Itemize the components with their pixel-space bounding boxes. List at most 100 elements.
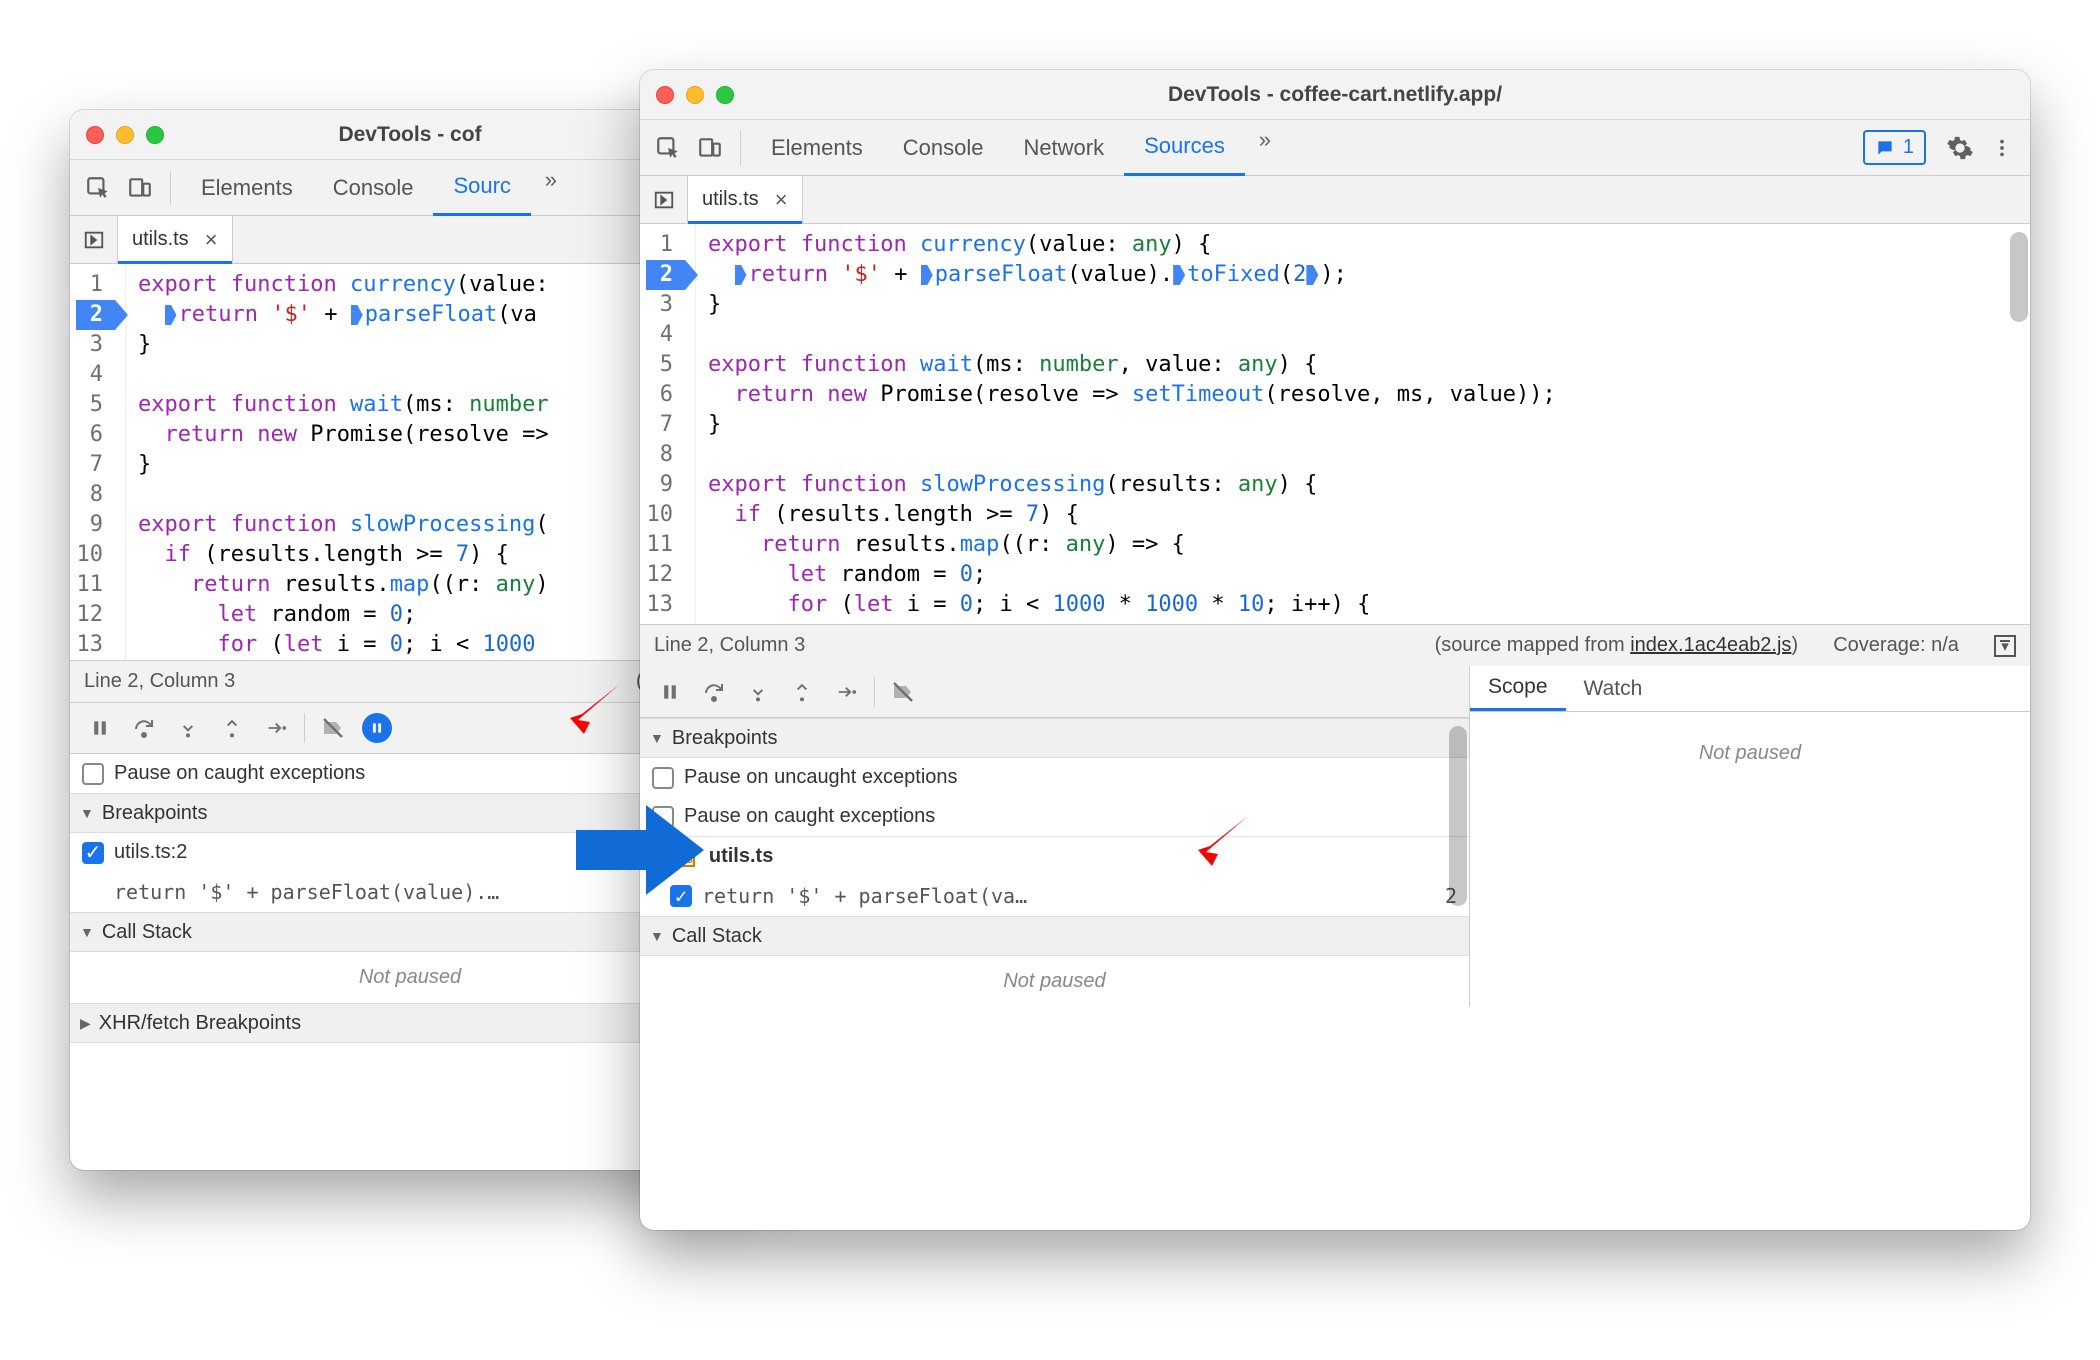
line-number[interactable]: 8 [646, 440, 685, 470]
more-icon[interactable] [1982, 128, 2022, 168]
close-tab-icon[interactable]: × [775, 187, 788, 213]
breakpoint-snippet: return '$' + parseFloat(va… [702, 884, 1027, 908]
sourcemap-link[interactable]: index.1ac4eab2.js [1630, 634, 1791, 656]
checkbox-icon[interactable]: ✓ [82, 842, 104, 864]
step-over-icon[interactable] [122, 706, 166, 750]
code-editor[interactable]: 12345678910111213 export function curren… [640, 224, 2030, 624]
code-line[interactable]: return results.map((r: any) => { [708, 530, 2018, 560]
code-line[interactable]: for (let i = 0; i < 1000 * 1000 * 10; i+… [708, 590, 2018, 620]
breakpoints-header[interactable]: ▼ Breakpoints [640, 718, 1469, 758]
settings-icon[interactable] [1940, 128, 1980, 168]
code-line[interactable]: } [708, 410, 2018, 440]
scope-pane: Scope Watch Not paused [1470, 666, 2030, 1007]
close-tab-icon[interactable]: × [205, 227, 218, 253]
panel-tab-elements[interactable]: Elements [751, 120, 883, 176]
checkbox-icon[interactable] [652, 767, 674, 789]
annotation-arrow-icon [576, 800, 706, 900]
scrollbar[interactable] [1449, 726, 1467, 906]
callstack-header[interactable]: ▼ Call Stack [640, 916, 1469, 956]
checkbox-icon[interactable] [82, 763, 104, 785]
inspect-icon[interactable] [78, 168, 118, 208]
line-number[interactable]: 13 [646, 590, 685, 620]
line-number[interactable]: 11 [76, 570, 115, 600]
step-over-icon[interactable] [692, 670, 736, 714]
minimize-icon[interactable] [116, 126, 134, 144]
panel-tab-console[interactable]: Console [883, 120, 1004, 176]
line-number[interactable]: 7 [76, 450, 115, 480]
code-line[interactable] [708, 440, 2018, 470]
step-icon[interactable] [254, 706, 298, 750]
line-number[interactable]: 1 [76, 270, 115, 300]
breakpoint-file-row[interactable]: ▼ utils.ts [640, 836, 1469, 876]
panel-tab-sources[interactable]: Sources [1124, 120, 1245, 176]
step-into-icon[interactable] [736, 670, 780, 714]
step-into-icon[interactable] [166, 706, 210, 750]
line-number[interactable]: 12 [76, 600, 115, 630]
code-line[interactable]: let random = 0; [708, 560, 2018, 590]
line-number[interactable]: 4 [646, 320, 685, 350]
line-number[interactable]: 8 [76, 480, 115, 510]
line-number[interactable]: 5 [646, 350, 685, 380]
pause-on-caught-row[interactable]: Pause on caught exceptions [640, 797, 1469, 836]
line-number[interactable]: 2 [76, 300, 115, 330]
line-number[interactable]: 3 [76, 330, 115, 360]
close-icon[interactable] [86, 126, 104, 144]
line-number[interactable]: 9 [76, 510, 115, 540]
panel-tab-elements[interactable]: Elements [181, 160, 313, 216]
line-number[interactable]: 11 [646, 530, 685, 560]
step-icon[interactable] [824, 670, 868, 714]
tab-scope[interactable]: Scope [1470, 666, 1566, 711]
line-number[interactable]: 6 [76, 420, 115, 450]
zoom-icon[interactable] [146, 126, 164, 144]
panel-tab-network[interactable]: Network [1003, 120, 1124, 176]
pause-icon[interactable] [78, 706, 122, 750]
line-number[interactable]: 13 [76, 630, 115, 660]
panel-tab-sourc[interactable]: Sourc [433, 160, 530, 216]
expand-icon[interactable]: ▾ [1994, 635, 2016, 657]
code-line[interactable]: export function slowProcessing(results: … [708, 470, 2018, 500]
show-navigator-icon[interactable] [70, 216, 118, 263]
device-toggle-icon[interactable] [120, 168, 160, 208]
deactivate-breakpoints-icon[interactable] [881, 670, 925, 714]
minimize-icon[interactable] [686, 86, 704, 104]
zoom-icon[interactable] [716, 86, 734, 104]
panel-tab-console[interactable]: Console [313, 160, 434, 216]
inspect-icon[interactable] [648, 128, 688, 168]
step-out-icon[interactable] [210, 706, 254, 750]
line-number[interactable]: 6 [646, 380, 685, 410]
pause-on-exceptions-icon[interactable] [355, 706, 399, 750]
line-number[interactable]: 1 [646, 230, 685, 260]
file-tab-utils[interactable]: utils.ts × [118, 216, 233, 263]
line-number[interactable]: 4 [76, 360, 115, 390]
tab-watch[interactable]: Watch [1566, 666, 1661, 711]
line-number[interactable]: 10 [76, 540, 115, 570]
code-line[interactable]: } [708, 290, 2018, 320]
issues-badge[interactable]: 1 [1863, 130, 1926, 165]
code-line[interactable]: return new Promise(resolve => setTimeout… [708, 380, 2018, 410]
line-number[interactable]: 7 [646, 410, 685, 440]
line-number[interactable]: 3 [646, 290, 685, 320]
line-number[interactable]: 9 [646, 470, 685, 500]
step-out-icon[interactable] [780, 670, 824, 714]
editor-statusbar: Line 2, Column 3 (source mapped from ind… [640, 624, 2030, 666]
more-tabs-icon[interactable]: » [1245, 120, 1285, 160]
deactivate-breakpoints-icon[interactable] [311, 706, 355, 750]
code-line[interactable] [708, 320, 2018, 350]
show-navigator-icon[interactable] [640, 176, 688, 223]
scrollbar[interactable] [2010, 232, 2028, 322]
file-tab-utils[interactable]: utils.ts × [688, 176, 803, 223]
breakpoint-item[interactable]: ✓ return '$' + parseFloat(va… 2 [640, 876, 1469, 916]
pause-on-uncaught-row[interactable]: Pause on uncaught exceptions [640, 758, 1469, 797]
line-number[interactable]: 10 [646, 500, 685, 530]
close-icon[interactable] [656, 86, 674, 104]
code-line[interactable]: export function wait(ms: number, value: … [708, 350, 2018, 380]
device-toggle-icon[interactable] [690, 128, 730, 168]
code-line[interactable]: export function currency(value: any) { [708, 230, 2018, 260]
line-number[interactable]: 2 [646, 260, 685, 290]
line-number[interactable]: 12 [646, 560, 685, 590]
code-line[interactable]: return '$' + parseFloat(value).toFixed(2… [708, 260, 2018, 290]
more-tabs-icon[interactable]: » [531, 160, 571, 200]
line-number[interactable]: 5 [76, 390, 115, 420]
code-line[interactable]: if (results.length >= 7) { [708, 500, 2018, 530]
pause-icon[interactable] [648, 670, 692, 714]
